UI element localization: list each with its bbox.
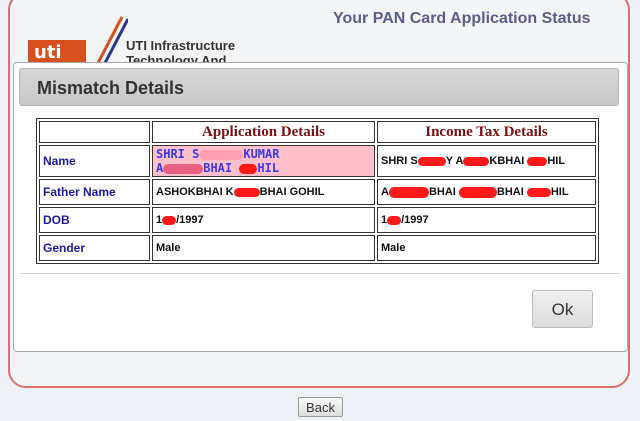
dialog-header: Mismatch Details: [19, 68, 619, 106]
table-row: Name SHRI S KUMAR A BHAI HIL SHRI SY A KBHA…: [39, 145, 596, 177]
redaction: [163, 163, 204, 174]
table-row: DOB 1/1997 1/1997: [39, 207, 596, 233]
redaction: [417, 156, 446, 166]
mismatch-table: Application Details Income Tax Details N…: [36, 118, 599, 264]
row-label-gender: Gender: [39, 235, 150, 261]
org-name: UTI Infrastructure Technology And: [126, 38, 236, 62]
dialog-divider: [20, 273, 620, 274]
header-blank-cell: [39, 121, 150, 143]
logo-stripes-icon: [96, 16, 128, 64]
app-name-value: SHRI S KUMAR A BHAI HIL: [152, 145, 375, 177]
col-income-tax-details: Income Tax Details: [377, 121, 596, 143]
redaction: [458, 186, 497, 198]
row-label-dob: DOB: [39, 207, 150, 233]
tax-name-value: SHRI SY A KBHAI HIL: [377, 145, 596, 177]
redaction: [463, 156, 490, 166]
app-dob-value: 1/1997: [152, 207, 375, 233]
back-button[interactable]: Back: [298, 397, 343, 417]
ok-button[interactable]: Ok: [532, 290, 593, 328]
app-father-value: ASHOKBHAI K BHAI GOHIL: [152, 179, 375, 205]
redaction: [526, 187, 551, 197]
redaction: [199, 149, 244, 160]
redaction: [388, 186, 429, 198]
table-row: Gender Male Male: [39, 235, 596, 261]
redaction: [527, 156, 548, 166]
dialog-title: Mismatch Details: [37, 78, 185, 98]
redaction: [162, 215, 177, 225]
uti-logo-mark: uti: [34, 42, 62, 63]
page-title: Your PAN Card Application Status: [333, 10, 591, 27]
redaction: [387, 215, 402, 225]
app-gender-value: Male: [152, 235, 375, 261]
tax-gender-value: Male: [377, 235, 596, 261]
col-application-details: Application Details: [152, 121, 375, 143]
table-row: Father Name ASHOKBHAI K BHAI GOHIL A BHAI …: [39, 179, 596, 205]
tax-father-value: A BHAI BHAI HIL: [377, 179, 596, 205]
row-label-name: Name: [39, 145, 150, 177]
tax-dob-value: 1/1997: [377, 207, 596, 233]
redaction: [233, 187, 260, 197]
row-label-father-name: Father Name: [39, 179, 150, 205]
redaction: [239, 163, 258, 174]
table-header-row: Application Details Income Tax Details: [39, 121, 596, 143]
mismatch-dialog: Mismatch Details Application Details Inc…: [13, 62, 628, 352]
